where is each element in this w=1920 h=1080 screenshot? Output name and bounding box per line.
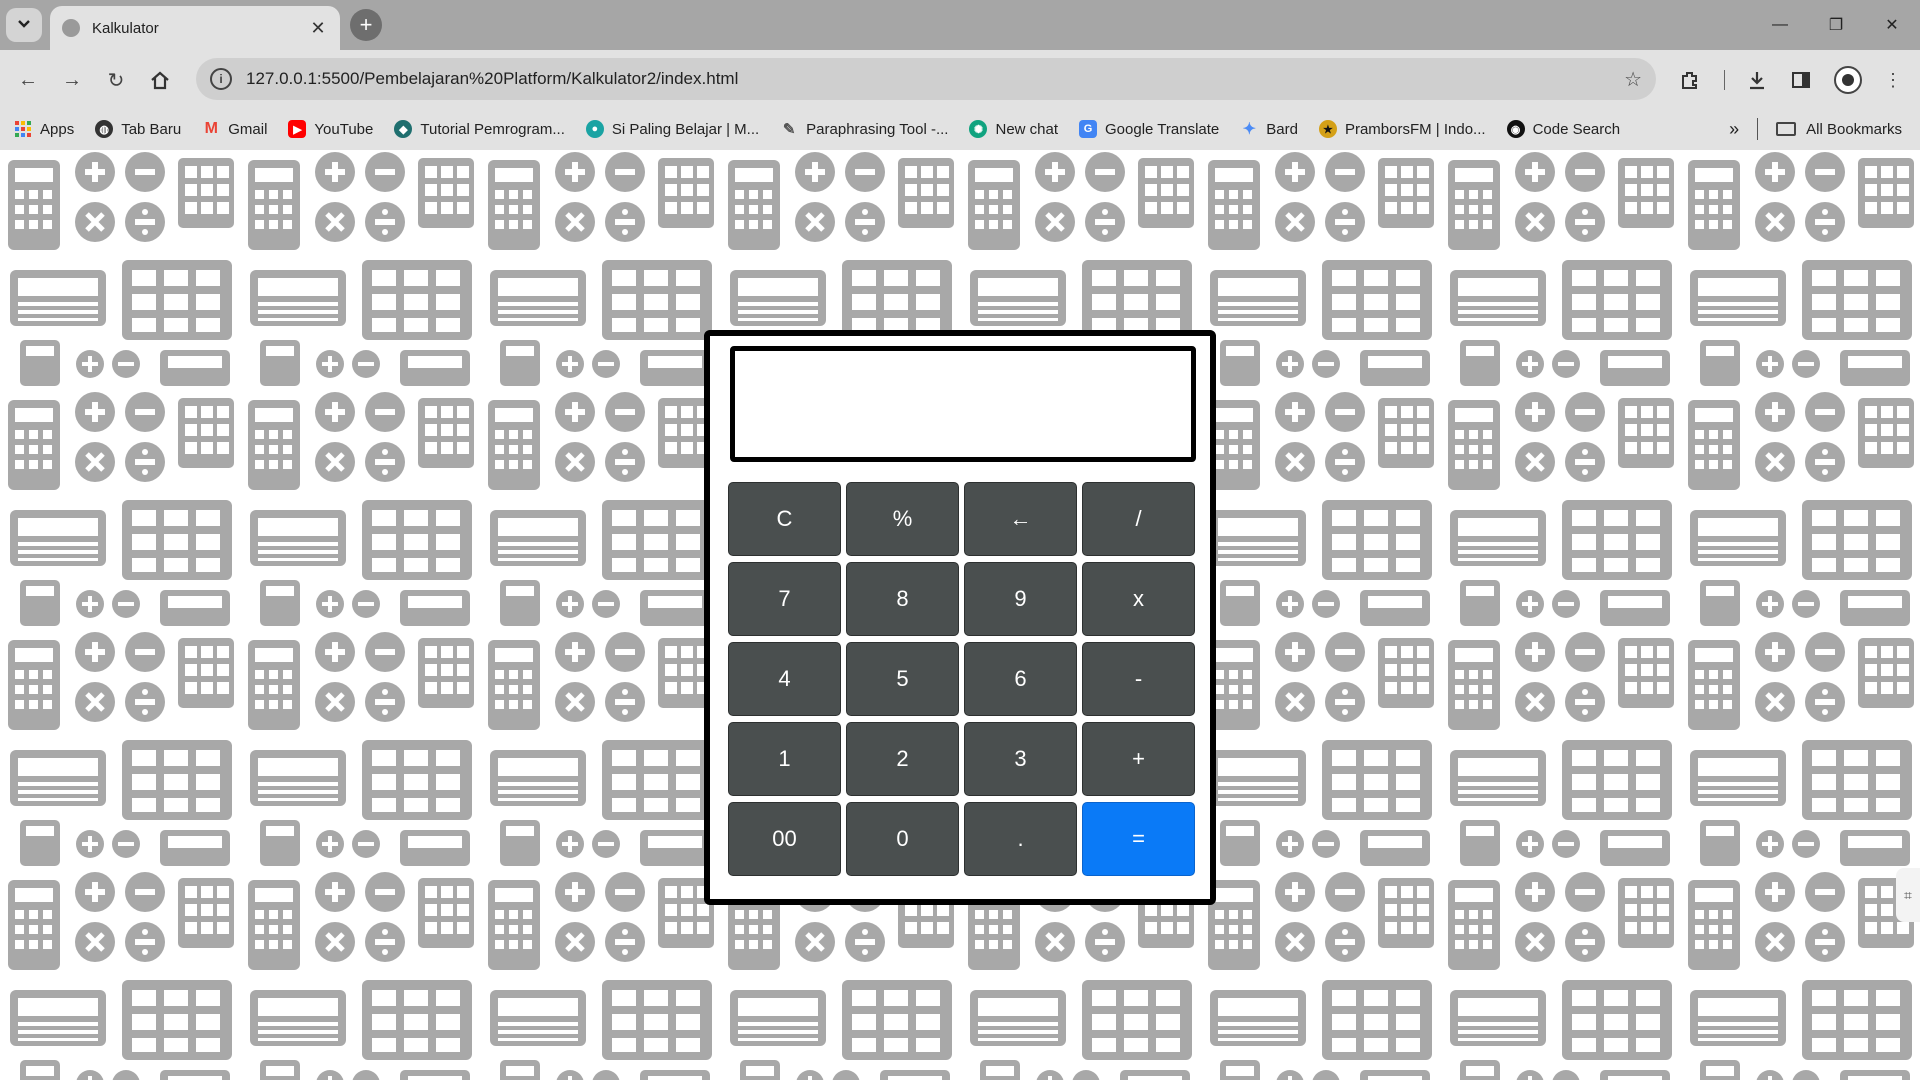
digit-2-button[interactable]: 2 (846, 722, 959, 796)
side-panel-icon[interactable] (1787, 66, 1815, 94)
page-viewport: C % ← / 7 8 9 x 4 5 6 - 1 2 3 + 00 0 . =… (0, 150, 1920, 1080)
bookmark-tutorial[interactable]: ◆ Tutorial Pemrogram... (394, 120, 565, 138)
bookmark-label: Gmail (228, 120, 268, 138)
calculator-keypad: C % ← / 7 8 9 x 4 5 6 - 1 2 3 + 00 0 . = (728, 482, 1196, 876)
url-text[interactable]: 127.0.0.1:5500/Pembelajaran%20Platform/K… (246, 69, 1624, 89)
bookmark-label: Tab Baru (121, 120, 182, 138)
bookmark-label: Code Search (1532, 120, 1621, 138)
window-controls: — ❐ ✕ (1752, 0, 1920, 50)
digit-1-button[interactable]: 1 (728, 722, 841, 796)
bookmark-paraphrasing[interactable]: ✎ Paraphrasing Tool -... (780, 120, 949, 139)
digit-4-button[interactable]: 4 (728, 642, 841, 716)
percent-button[interactable]: % (846, 482, 959, 556)
restore-icon[interactable]: ❐ (1808, 0, 1864, 50)
bookmark-bard[interactable]: ✦ Bard (1240, 120, 1298, 139)
bookmark-label: Si Paling Belajar | M... (611, 120, 760, 138)
bookmark-label: YouTube (314, 120, 374, 138)
code-search-icon: ◉ (1506, 120, 1525, 138)
digit-3-button[interactable]: 3 (964, 722, 1077, 796)
divide-button[interactable]: / (1082, 482, 1195, 556)
extensions-icon[interactable] (1676, 66, 1704, 94)
bookmark-label: Paraphrasing Tool -... (806, 120, 949, 138)
window-close-icon[interactable]: ✕ (1864, 0, 1920, 50)
bookmark-google-translate[interactable]: G Google Translate (1079, 120, 1219, 138)
plus-icon: + (359, 12, 373, 37)
radio-icon: ★ (1318, 120, 1337, 138)
bookmark-gmail[interactable]: M Gmail (202, 120, 268, 138)
calculator-display (730, 346, 1196, 462)
digit-8-button[interactable]: 8 (846, 562, 959, 636)
bookmark-label: PramborsFM | Indo... (1344, 120, 1486, 138)
toolbar-separator (1724, 70, 1725, 90)
bookmark-label: New chat (995, 120, 1059, 138)
bookmark-youtube[interactable]: ▶ YouTube (288, 120, 373, 138)
equals-button[interactable]: = (1082, 802, 1195, 876)
bookmark-label: Bard (1266, 120, 1298, 138)
digit-5-button[interactable]: 5 (846, 642, 959, 716)
minimize-icon[interactable]: — (1752, 0, 1808, 50)
menu-kebab-icon[interactable]: ⋮ (1879, 66, 1907, 94)
chevron-down-icon (17, 16, 31, 34)
bookmark-star-icon[interactable]: ☆ (1624, 67, 1642, 92)
sparkle-icon: ✦ (1242, 121, 1256, 138)
decimal-button[interactable]: . (964, 802, 1077, 876)
bookmark-si-paling-belajar[interactable]: ● Si Paling Belajar | M... (585, 120, 760, 138)
quill-icon: ✎ (782, 121, 796, 138)
digit-7-button[interactable]: 7 (728, 562, 841, 636)
multiply-button[interactable]: x (1082, 562, 1195, 636)
bookmark-label: Tutorial Pemrogram... (420, 120, 565, 138)
bookmark-label: Google Translate (1105, 120, 1220, 138)
browser-toolbar: ← → ↻ i 127.0.0.1:5500/Pembelajaran%20Pl… (0, 50, 1920, 108)
active-tab[interactable]: Kalkulator ✕ (50, 6, 340, 50)
bookmark-apps[interactable]: Apps (14, 120, 74, 138)
more-bookmarks-icon[interactable]: » (1729, 119, 1739, 140)
bookmark-tab-baru[interactable]: ◍ Tab Baru (95, 120, 181, 138)
digit-0-button[interactable]: 0 (846, 802, 959, 876)
home-icon[interactable] (146, 66, 174, 94)
globe-icon: ◍ (95, 120, 114, 138)
bookmarks-bar: Apps ◍ Tab Baru M Gmail ▶ YouTube ◆ Tuto… (0, 108, 1920, 150)
bookmark-prambors[interactable]: ★ PramborsFM | Indo... (1318, 120, 1486, 138)
back-icon[interactable]: ← (14, 66, 42, 94)
chatgpt-icon: ✺ (969, 120, 988, 138)
calculator: C % ← / 7 8 9 x 4 5 6 - 1 2 3 + 00 0 . = (704, 330, 1216, 905)
backspace-button[interactable]: ← (964, 482, 1077, 556)
new-tab-button[interactable]: + (350, 9, 382, 41)
site-icon: ◆ (394, 120, 413, 138)
page-favicon-icon (62, 19, 80, 37)
bookmarks-right: » All Bookmarks (1729, 108, 1902, 150)
bookmark-label: Apps (40, 120, 75, 138)
double-zero-button[interactable]: 00 (728, 802, 841, 876)
site-icon: ● (585, 120, 604, 138)
site-info-icon[interactable]: i (210, 68, 232, 90)
youtube-icon: ▶ (288, 120, 307, 138)
translate-icon: G (1079, 120, 1098, 138)
download-icon[interactable] (1743, 66, 1771, 94)
reload-icon[interactable]: ↻ (102, 66, 130, 94)
side-panel-toggle-icon[interactable]: ⌗ (1896, 868, 1920, 922)
all-bookmarks-link[interactable]: All Bookmarks (1806, 121, 1902, 138)
clear-button[interactable]: C (728, 482, 841, 556)
tab-strip: Kalkulator ✕ + — ❐ ✕ (0, 0, 1920, 50)
bookmark-new-chat[interactable]: ✺ New chat (969, 120, 1058, 138)
folder-icon (1776, 122, 1797, 136)
bookmarks-separator (1757, 118, 1759, 140)
tab-title: Kalkulator (92, 19, 159, 37)
add-button[interactable]: + (1082, 722, 1195, 796)
close-icon[interactable]: ✕ (308, 18, 328, 39)
profile-avatar[interactable] (1834, 66, 1862, 94)
digit-6-button[interactable]: 6 (964, 642, 1077, 716)
digit-9-button[interactable]: 9 (964, 562, 1077, 636)
subtract-button[interactable]: - (1082, 642, 1195, 716)
tab-search-button[interactable] (6, 8, 42, 42)
bookmark-code-search[interactable]: ◉ Code Search (1506, 120, 1621, 138)
apps-grid-icon (14, 120, 32, 138)
gmail-icon: M (204, 120, 218, 137)
address-bar[interactable]: i 127.0.0.1:5500/Pembelajaran%20Platform… (196, 58, 1656, 100)
forward-icon[interactable]: → (58, 66, 86, 94)
